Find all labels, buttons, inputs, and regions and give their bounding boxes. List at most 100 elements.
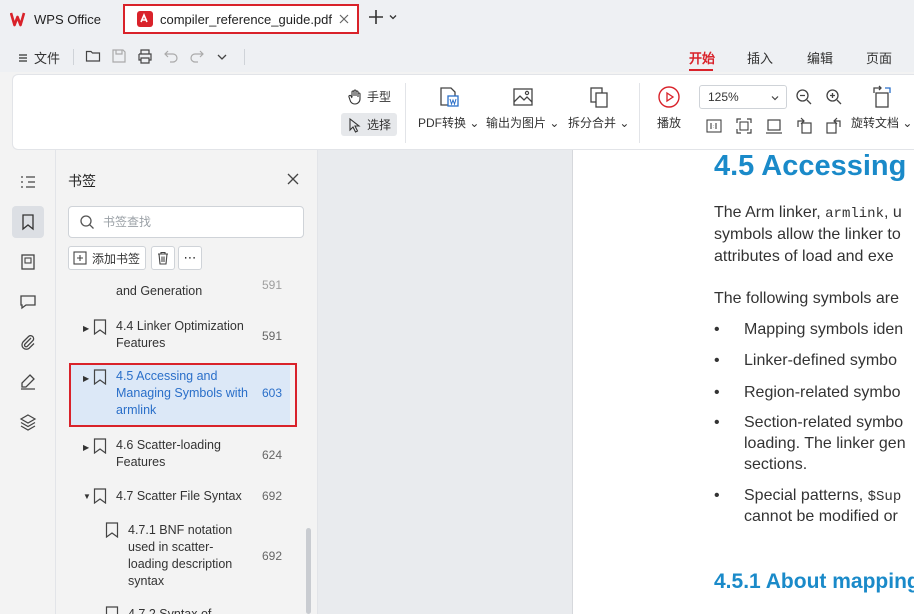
bullet-dot: • [714,487,720,504]
outline-button[interactable] [12,166,44,198]
subsection-heading: 4.5.1 About mapping symbols [714,570,914,593]
open-folder-icon[interactable] [85,48,101,64]
new-tab-button[interactable] [368,9,398,25]
bookmark-item[interactable]: ▶ 4.4 Linker Optimization Features 591 [56,316,306,356]
expand-arrow-icon[interactable]: ▶ [83,324,89,333]
split-merge-button[interactable]: 拆分合并 ⌄ [568,85,629,131]
document-tab[interactable]: compiler_reference_guide.pdf [123,4,359,34]
bookmark-item[interactable]: 4.7.1 BNF notation used in scatter-loadi… [56,522,306,594]
menu-bar: 文件 开始 插入 编辑 页面 [0,40,914,72]
left-sidebar-rail [0,150,56,614]
divider [405,83,406,143]
thumbnail-button[interactable] [12,246,44,278]
pdf-file-icon [137,11,153,27]
bullet-text: loading. The linker gen [744,435,906,452]
file-menu-label: 文件 [34,51,61,66]
tab-edit[interactable]: 编辑 [807,48,833,67]
actual-size-icon[interactable] [706,118,722,134]
bookmark-search-input[interactable] [103,215,283,229]
bookmark-item[interactable]: 4.7.2 Syntax of [56,604,306,614]
add-bookmark-button[interactable]: 添加书签 [68,246,146,270]
pen-sign-icon [21,374,35,390]
pdf-convert-label: PDF转换 ⌄ [418,116,480,130]
print-icon[interactable] [137,48,153,64]
tab-page[interactable]: 页面 [866,48,892,67]
bookmark-panel: 书签 添加书签 ⋯ and Generation 591 ▶ 4.4 Linke [56,150,318,614]
bookmark-label: 4.6 Scatter-loading Features [116,438,221,469]
bookmark-icon [93,319,107,335]
more-icon: ⋯ [183,250,197,265]
outline-list-icon [21,176,35,188]
bookmark-item[interactable]: ▶ 4.6 Scatter-loading Features 624 [56,435,306,475]
bullet-item: • Mapping symbols iden [714,319,914,341]
panel-scrollbar[interactable] [306,528,311,614]
layers-button[interactable] [12,406,44,438]
fit-width-icon[interactable] [765,117,783,135]
divider [639,83,640,143]
bullet-text: sections. [744,456,808,473]
pdf-convert-icon [440,87,459,107]
bookmark-panel-button[interactable] [12,206,44,238]
pdf-convert-button[interactable]: PDF转换 ⌄ [418,85,479,131]
tab-start[interactable]: 开始 [689,48,715,67]
zoom-select[interactable]: 125% [699,85,787,109]
export-image-label: 输出为图片 ⌄ [486,116,560,130]
chevron-down-icon[interactable] [216,51,228,63]
divider [244,49,245,65]
hand-tool-button[interactable]: 手型 [347,88,391,105]
rotate-document-button[interactable]: 旋转文档 ⌄ [851,85,912,131]
more-options-button[interactable]: ⋯ [178,246,202,270]
bookmark-icon [93,488,107,504]
undo-icon[interactable] [163,48,179,64]
play-label: 播放 [657,116,682,130]
bullet-text: Region-related symbo [744,384,901,401]
bullet-dot: • [714,352,720,369]
redo-icon[interactable] [189,48,205,64]
tab-insert[interactable]: 插入 [747,48,773,67]
bookmark-page: 692 [262,549,283,563]
bookmark-label: 4.7.1 BNF notation used in scatter-loadi… [128,523,233,588]
pdf-page: 4.5 Accessing and Managing Symbols with … [572,150,914,614]
comments-button[interactable] [12,286,44,318]
fit-page-icon[interactable] [735,117,753,135]
bookmark-icon [93,438,107,454]
paragraph-line: symbols allow the linker to [714,226,901,243]
panel-title: 书签 [68,173,96,189]
cursor-icon [349,117,361,133]
bullet-dot: • [714,384,720,401]
select-tool-label: 选择 [367,118,392,132]
close-tab-icon[interactable] [337,12,351,26]
save-icon[interactable] [111,48,127,64]
bookmark-search-box[interactable] [68,206,304,238]
close-icon[interactable] [286,172,300,186]
split-merge-icon [590,87,608,108]
ribbon-toolbar: 手型 选择 PDF转换 ⌄ 输出为图片 ⌄ 拆分合并 ⌄ 播放 125% 旋转文… [12,74,914,150]
zoom-value: 125% [708,90,739,104]
app-tab[interactable]: WPS Office [10,6,101,32]
zoom-out-icon[interactable] [795,88,813,106]
bookmark-item[interactable]: ▼ 4.7 Scatter File Syntax 692 [56,488,306,510]
select-tool-button[interactable]: 选择 [341,113,398,136]
rotate-right-icon[interactable] [825,117,843,135]
collapse-arrow-icon[interactable]: ▼ [83,492,91,501]
bookmark-item[interactable]: and Generation 591 [56,278,306,302]
delete-bookmark-button[interactable] [151,246,175,270]
hand-icon [348,88,361,105]
file-menu-button[interactable]: 文件 [18,48,60,67]
bookmark-page: 591 [262,278,283,292]
play-icon [658,86,680,108]
rotate-document-icon [873,85,891,108]
chevron-down-icon [771,96,779,101]
trash-icon [158,251,168,265]
document-viewport[interactable]: 4.5 Accessing and Managing Symbols with … [318,150,914,614]
signature-button[interactable] [12,366,44,398]
attachments-button[interactable] [12,326,44,358]
play-button[interactable]: 播放 [657,85,681,131]
expand-arrow-icon[interactable]: ▶ [83,443,89,452]
zoom-in-icon[interactable] [825,88,843,106]
search-icon [80,215,94,229]
bookmark-icon [105,606,119,614]
paragraph-line: The following symbols are [714,290,899,307]
rotate-left-icon[interactable] [795,117,813,135]
export-image-button[interactable]: 输出为图片 ⌄ [486,85,559,131]
